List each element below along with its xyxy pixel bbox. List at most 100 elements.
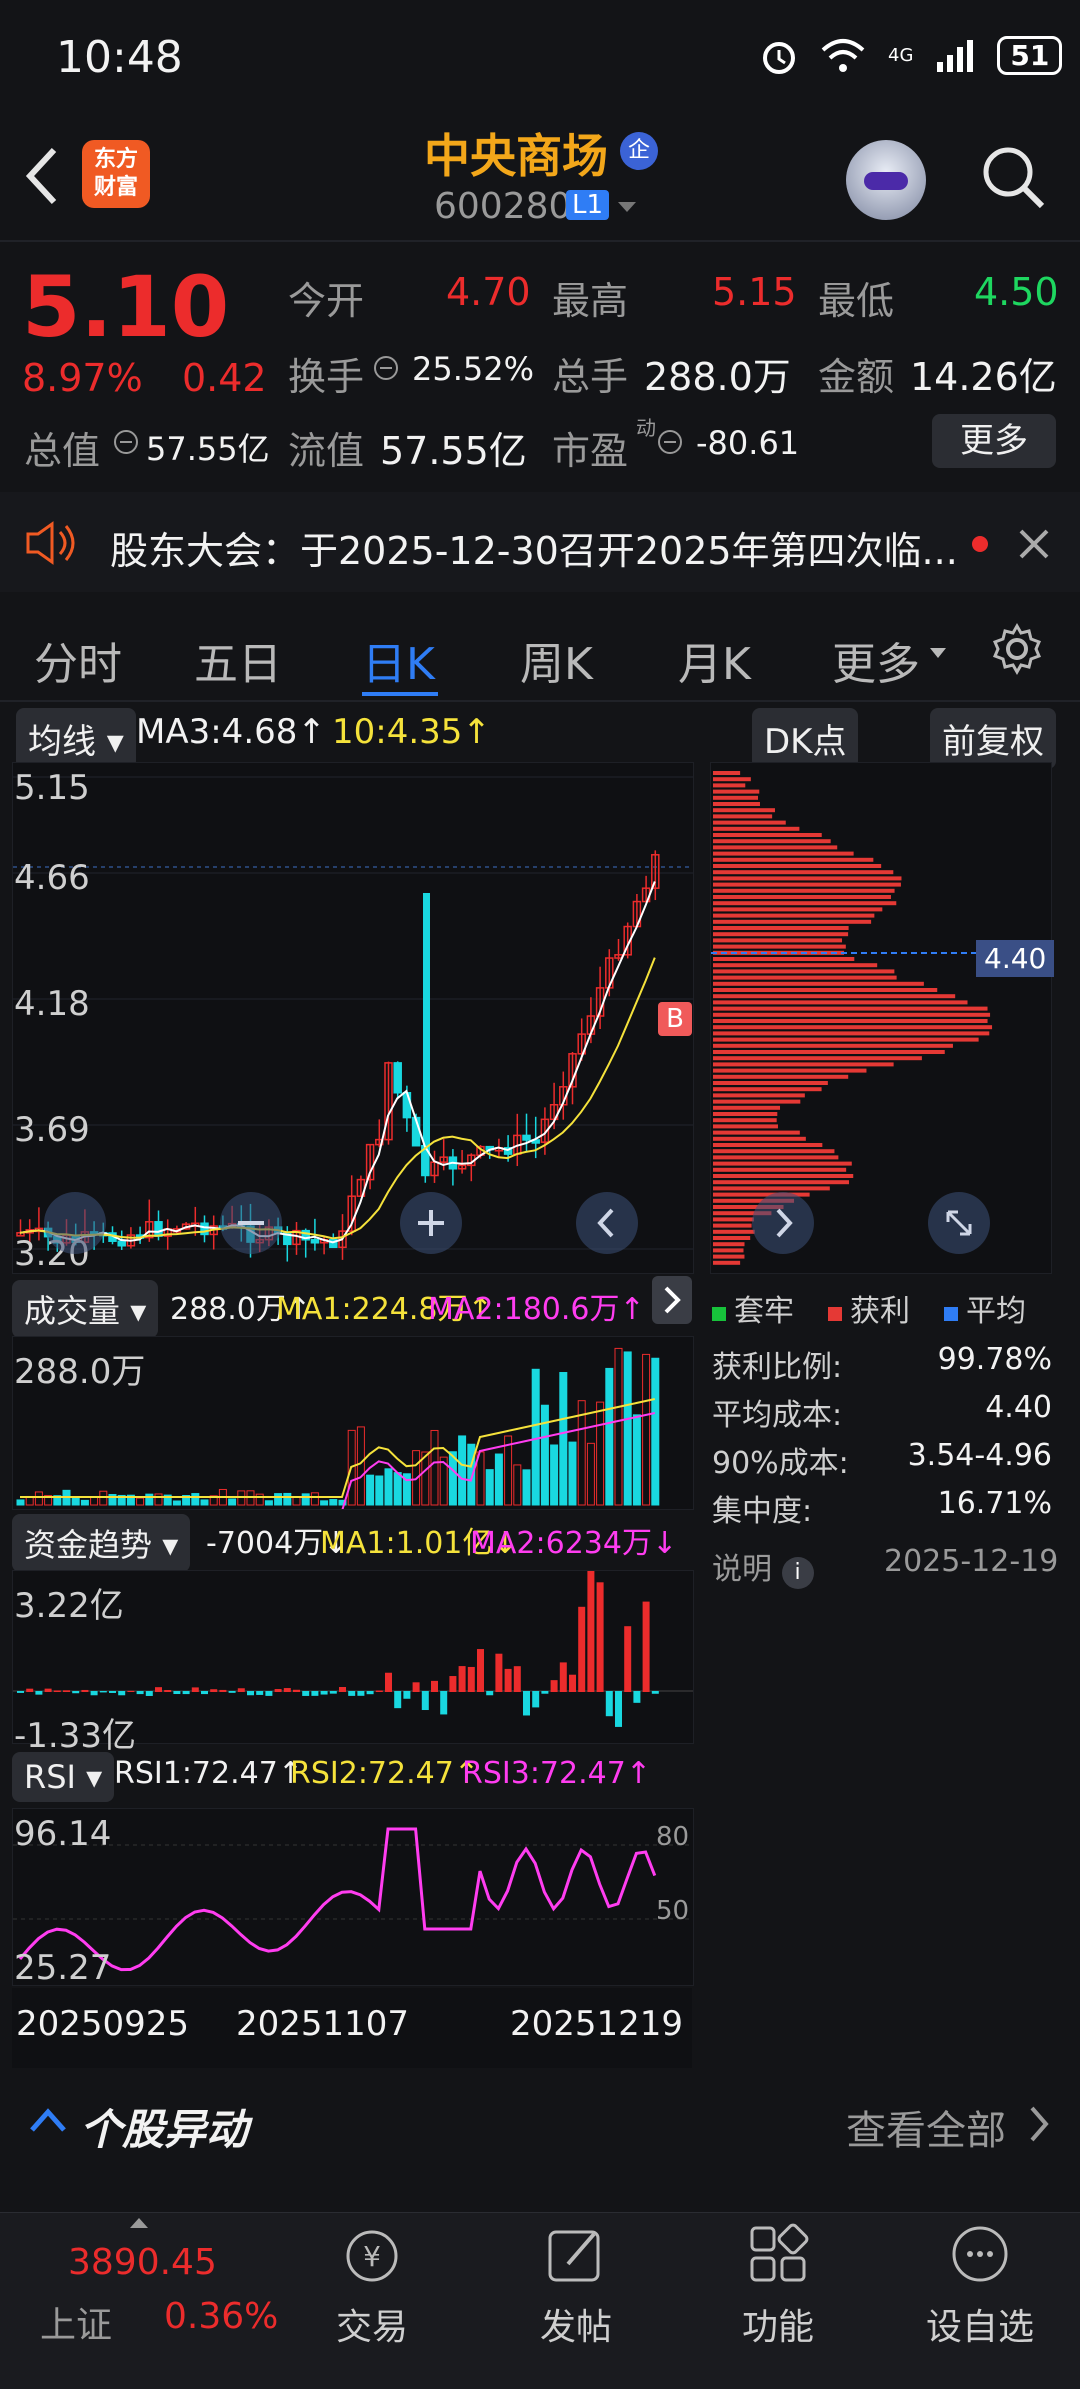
volume-value: 288.0万 <box>644 355 791 399</box>
volume-bar <box>540 1404 549 1506</box>
chip-bar <box>713 1105 781 1110</box>
tab-timeshare[interactable]: 分时 <box>34 628 122 692</box>
index-value[interactable]: 3890.45 <box>68 2242 217 2283</box>
kline-y-label-3: 4.18 <box>14 984 90 1024</box>
scroll-left-button[interactable] <box>576 1192 638 1254</box>
chip-bar <box>713 901 897 906</box>
mktcap-info-icon[interactable] <box>112 428 140 456</box>
zoom-in-button[interactable] <box>400 1192 462 1254</box>
fund-bar <box>532 1691 540 1708</box>
close-icon[interactable] <box>1018 528 1050 560</box>
zoom-out-button[interactable] <box>220 1192 282 1254</box>
chip-bar <box>713 1081 828 1085</box>
nav-trade[interactable]: 交易 <box>292 2298 452 2350</box>
movement-title: 个股异动 <box>80 2105 249 2154</box>
chip-bar <box>713 876 902 881</box>
more-quote-button[interactable]: 更多 <box>932 414 1056 468</box>
back-icon[interactable] <box>22 146 62 206</box>
trade-icon[interactable]: ¥ <box>340 2226 404 2286</box>
fund-bar <box>596 1582 604 1692</box>
buy-mark[interactable]: B <box>658 1002 692 1036</box>
chevron-right-icon[interactable] <box>1026 2104 1052 2144</box>
tab-more-dropdown-icon[interactable] <box>928 646 948 660</box>
nav-watchlist[interactable]: 设自选 <box>900 2298 1060 2350</box>
volume-selector[interactable]: 成交量 ▾ <box>12 1280 159 1338</box>
fund-bar <box>495 1653 503 1692</box>
level-badge[interactable]: L1 <box>566 190 610 220</box>
volume-bar <box>200 1499 209 1506</box>
tab-daily-k[interactable]: 日K <box>362 628 435 692</box>
fund-selector[interactable]: 资金趋势 ▾ <box>12 1514 191 1572</box>
search-icon[interactable] <box>980 144 1046 210</box>
speaker-icon <box>26 521 75 565</box>
fund-bar <box>449 1676 457 1692</box>
chevron-up-icon[interactable] <box>28 2106 68 2134</box>
function-icon[interactable] <box>746 2222 810 2286</box>
stat-profit-ratio: 获利比例: 99.78% <box>712 1342 1052 1385</box>
level-dropdown-icon[interactable] <box>616 200 638 214</box>
fund-bar <box>569 1674 576 1692</box>
fund-bar <box>329 1691 337 1694</box>
shrink-button[interactable] <box>44 1192 106 1254</box>
rsi-panel[interactable] <box>12 1808 694 1986</box>
fullscreen-button[interactable] <box>928 1192 990 1254</box>
info-icon[interactable] <box>372 354 400 382</box>
fund-bar <box>191 1687 199 1692</box>
notice-text[interactable]: 股东大会：于2025-12-30召开2025年第四次临... <box>110 520 958 575</box>
chip-legend: 套牢 获利 平均 <box>712 1286 1026 1330</box>
post-icon[interactable] <box>544 2222 608 2286</box>
nav-function[interactable]: 功能 <box>698 2298 858 2350</box>
change-value: 0.42 <box>182 356 267 400</box>
volume-ma2: MA2:180.6万↑ <box>428 1292 645 1327</box>
view-all-link[interactable]: 查看全部 <box>846 2098 1006 2156</box>
pe-info-icon[interactable] <box>656 428 684 456</box>
chip-bar <box>713 795 759 800</box>
dk-point-button[interactable]: DK点 <box>752 708 859 769</box>
date-2: 20251107 <box>236 2004 410 2044</box>
nav-post[interactable]: 发帖 <box>496 2298 656 2350</box>
expand-indicator-button[interactable] <box>652 1276 692 1324</box>
volume-bar <box>568 1441 577 1506</box>
robot-assistant-icon[interactable] <box>846 140 926 220</box>
rsi2-value: RSI2:72.47↑ <box>290 1756 479 1791</box>
chip-bar <box>713 1136 806 1141</box>
high-label: 最高 <box>552 279 629 323</box>
fund-bar <box>26 1688 34 1692</box>
tab-more[interactable]: 更多 <box>832 628 920 692</box>
fund-bar <box>72 1691 80 1694</box>
volume-bar <box>485 1469 494 1506</box>
volume-bar <box>255 1493 264 1506</box>
chip-bar <box>713 870 894 875</box>
pe-label: 市盈 <box>552 429 629 473</box>
fund-bar <box>320 1691 328 1695</box>
fund-bar <box>109 1691 116 1693</box>
volume-bar <box>274 1493 283 1506</box>
status-time: 10:48 <box>56 32 183 83</box>
candle-body <box>522 1134 531 1141</box>
volume-bar <box>320 1500 329 1506</box>
chip-next-button[interactable] <box>752 1192 814 1254</box>
index-pct[interactable]: 0.36% <box>164 2296 278 2337</box>
signal-icon <box>937 39 974 72</box>
stock-name[interactable]: 中央商场 <box>424 120 608 186</box>
wifi-icon <box>821 38 865 72</box>
volume-bar <box>586 1442 595 1506</box>
chip-note[interactable]: 说明 i <box>712 1544 814 1589</box>
tab-five-day[interactable]: 五日 <box>194 628 282 692</box>
ma-selector[interactable]: 均线 ▾ <box>16 708 136 769</box>
index-name[interactable]: 上证 <box>40 2296 112 2348</box>
fund-bar <box>541 1691 549 1694</box>
fund-y-bottom: -1.33亿 <box>14 1716 136 1756</box>
volume-bar <box>559 1372 568 1506</box>
price-restore-button[interactable]: 前复权 <box>930 708 1056 769</box>
volume-bar <box>329 1499 338 1506</box>
fund-bar <box>145 1691 153 1696</box>
tab-weekly-k[interactable]: 周K <box>520 628 593 692</box>
rsi-selector[interactable]: RSI ▾ <box>12 1752 115 1802</box>
enterprise-badge: 企 <box>620 132 658 170</box>
app-logo[interactable]: 东方 财富 <box>82 140 150 208</box>
add-watchlist-icon[interactable] <box>948 2222 1012 2286</box>
settings-icon[interactable] <box>990 622 1044 676</box>
tab-monthly-k[interactable]: 月K <box>678 628 751 692</box>
volume-bar <box>264 1500 273 1506</box>
